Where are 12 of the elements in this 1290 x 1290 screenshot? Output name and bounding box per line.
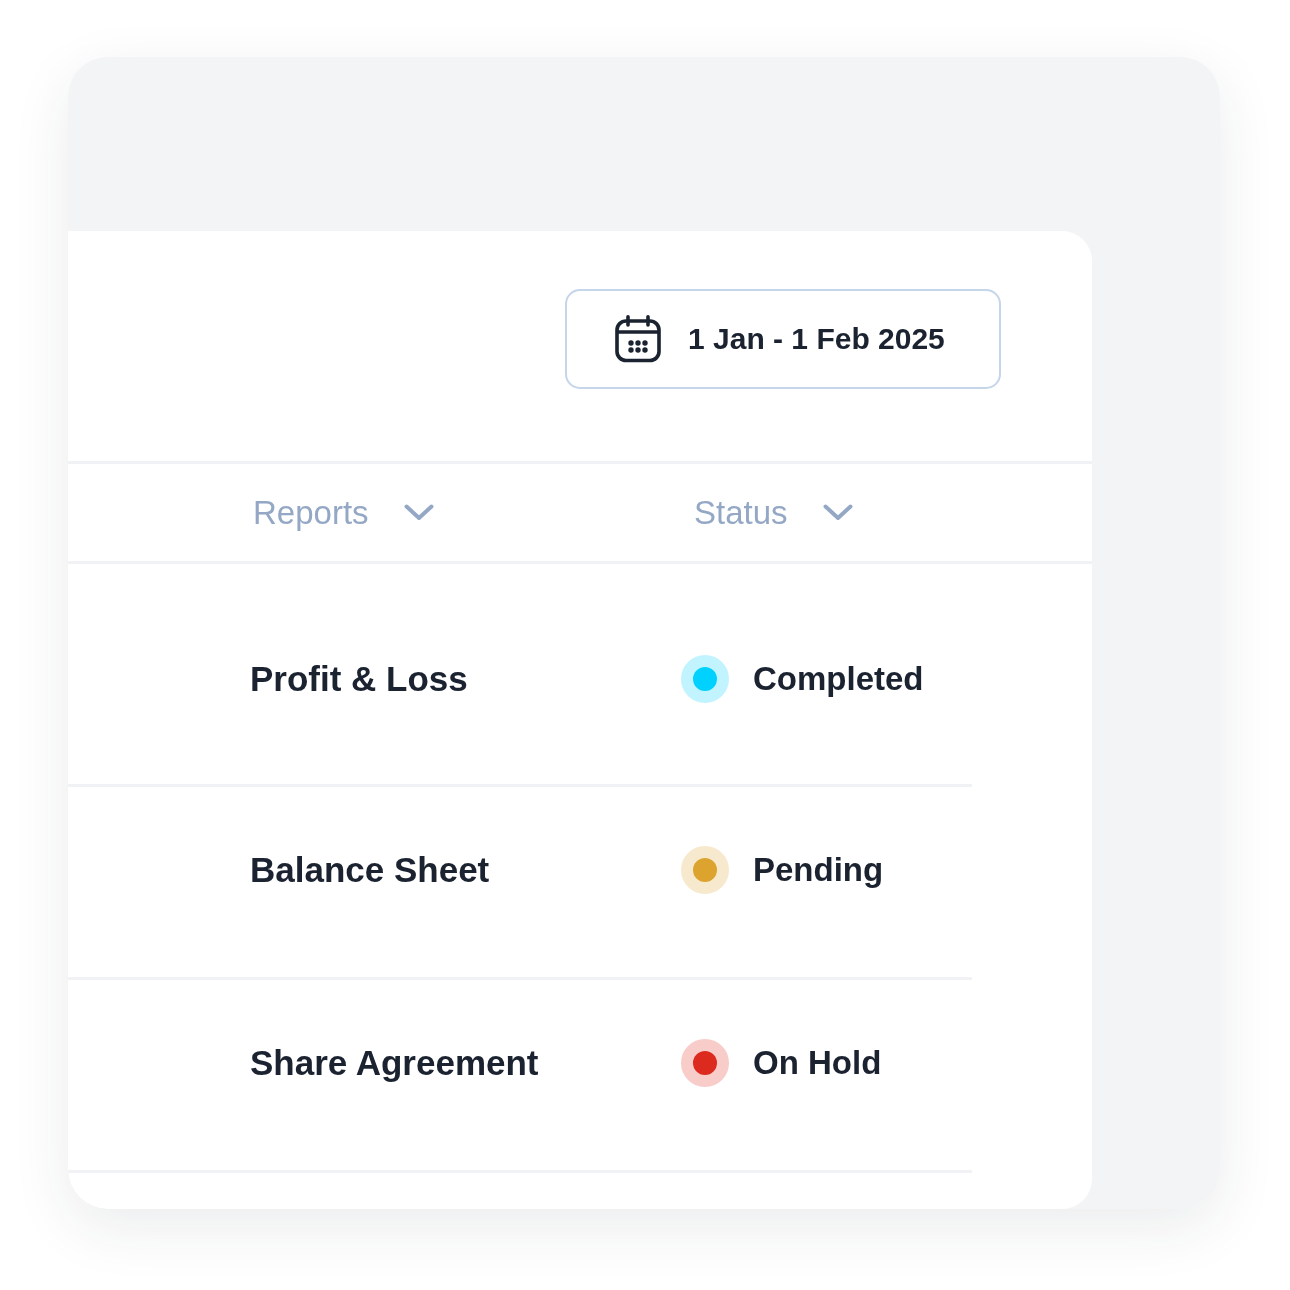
chevron-down-icon: [822, 504, 853, 521]
status-label: On Hold: [753, 1044, 882, 1082]
chevron-down-icon: [403, 504, 434, 521]
report-name: Profit & Loss: [250, 659, 468, 699]
report-name: Balance Sheet: [250, 850, 490, 890]
date-range-button[interactable]: 1 Jan - 1 Feb 2025: [565, 289, 1001, 389]
column-header[interactable]: Reports: [253, 493, 434, 532]
status-label: Pending: [753, 851, 884, 889]
report-name: Share Agreement: [250, 1043, 539, 1083]
calendar-icon: [615, 315, 661, 363]
status-label: Completed: [753, 660, 924, 698]
column-header[interactable]: Status: [694, 493, 853, 532]
